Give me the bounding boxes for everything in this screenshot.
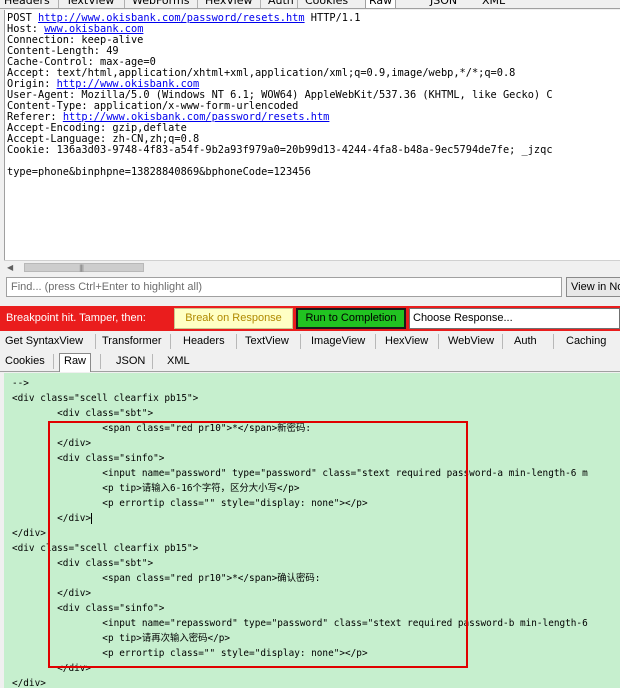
- request-protocol: HTTP/1.1: [310, 12, 361, 24]
- tab-webview[interactable]: WebView: [448, 334, 494, 349]
- request-tab-strip: Headers TextView WebForms HexView Auth C…: [0, 0, 620, 9]
- tab-response-hexview[interactable]: HexView: [385, 334, 428, 349]
- tab-hexview[interactable]: HexView: [205, 0, 252, 8]
- choose-response-dropdown[interactable]: Choose Response...: [409, 308, 620, 329]
- tab-imageview[interactable]: ImageView: [311, 334, 365, 349]
- tab-response-cookies[interactable]: Cookies: [5, 354, 45, 369]
- run-to-completion-button[interactable]: Run to Completion: [296, 308, 406, 329]
- tab-separator: [100, 354, 101, 369]
- scroll-left-arrow-icon[interactable]: ◀: [7, 262, 13, 273]
- code-line: </div>: [12, 678, 46, 688]
- tab-caching[interactable]: Caching: [566, 334, 606, 349]
- response-tab-strip-row2: Cookies Raw JSON XML: [0, 351, 620, 372]
- raw-request-pane[interactable]: POST http://www.okisbank.com/password/re…: [4, 10, 620, 260]
- tab-response-auth[interactable]: Auth: [514, 334, 537, 349]
- find-bar: Find... (press Ctrl+Enter to highlight a…: [0, 274, 620, 304]
- tab-response-textview[interactable]: TextView: [245, 334, 289, 349]
- tab-transformer[interactable]: Transformer: [102, 334, 162, 349]
- request-body: type=phone&binphpne=13828840869&bphoneCo…: [7, 166, 311, 178]
- tab-raw[interactable]: Raw: [365, 0, 397, 8]
- breakpoint-message: Breakpoint hit. Tamper, then:: [6, 312, 146, 324]
- request-horizontal-scrollbar[interactable]: ◀ |||: [4, 260, 620, 273]
- raw-response-pane[interactable]: --> <div class="scell clearfix pb15"> <d…: [4, 373, 620, 688]
- cookie-header: Cookie: 136a3d03-9748-4f83-a54f-9b2a93f9…: [7, 144, 553, 156]
- tab-separator: [375, 334, 376, 349]
- tab-separator: [438, 334, 439, 349]
- tab-separator: [300, 334, 301, 349]
- tab-separator: [152, 354, 153, 369]
- scrollbar-thumb[interactable]: |||: [24, 263, 144, 272]
- tab-separator: [170, 334, 171, 349]
- tab-response-headers[interactable]: Headers: [183, 334, 225, 349]
- tab-response-raw[interactable]: Raw: [59, 353, 92, 372]
- tab-separator: [236, 334, 237, 349]
- code-line: </div>: [12, 528, 46, 539]
- tab-cookies[interactable]: Cookies: [305, 0, 348, 8]
- tab-auth[interactable]: Auth: [268, 0, 294, 8]
- response-tab-strip-row1: Get SyntaxView Transformer Headers TextV…: [0, 331, 620, 351]
- tab-xml[interactable]: XML: [482, 0, 505, 8]
- tab-separator: [53, 354, 54, 369]
- tab-separator: [124, 0, 125, 8]
- tab-separator: [297, 0, 298, 8]
- tab-response-xml[interactable]: XML: [167, 354, 190, 369]
- tab-response-json[interactable]: JSON: [116, 354, 145, 369]
- tab-separator: [553, 334, 554, 349]
- tab-webforms[interactable]: WebForms: [132, 0, 189, 8]
- tab-separator: [95, 334, 96, 349]
- code-line: <div class="scell clearfix pb15">: [12, 393, 199, 404]
- tab-separator: [260, 0, 261, 8]
- code-line: -->: [12, 378, 29, 389]
- tab-separator: [502, 334, 503, 349]
- tab-headers[interactable]: Headers: [4, 0, 50, 8]
- break-on-response-button[interactable]: Break on Response: [174, 308, 293, 329]
- tab-separator: [58, 0, 59, 8]
- tab-json[interactable]: JSON: [430, 0, 457, 8]
- annotation-highlight-box: [48, 421, 468, 668]
- tab-separator: [197, 0, 198, 8]
- find-input[interactable]: Find... (press Ctrl+Enter to highlight a…: [6, 277, 562, 297]
- tab-textview[interactable]: TextView: [66, 0, 114, 8]
- scrollbar-grip-icon: |||: [79, 264, 84, 272]
- tab-get-syntaxview[interactable]: Get SyntaxView: [5, 334, 83, 349]
- view-in-notepad-button[interactable]: View in No: [566, 277, 620, 297]
- code-line: <div class="sbt">: [12, 408, 154, 419]
- breakpoint-bar: Breakpoint hit. Tamper, then: Break on R…: [0, 306, 620, 331]
